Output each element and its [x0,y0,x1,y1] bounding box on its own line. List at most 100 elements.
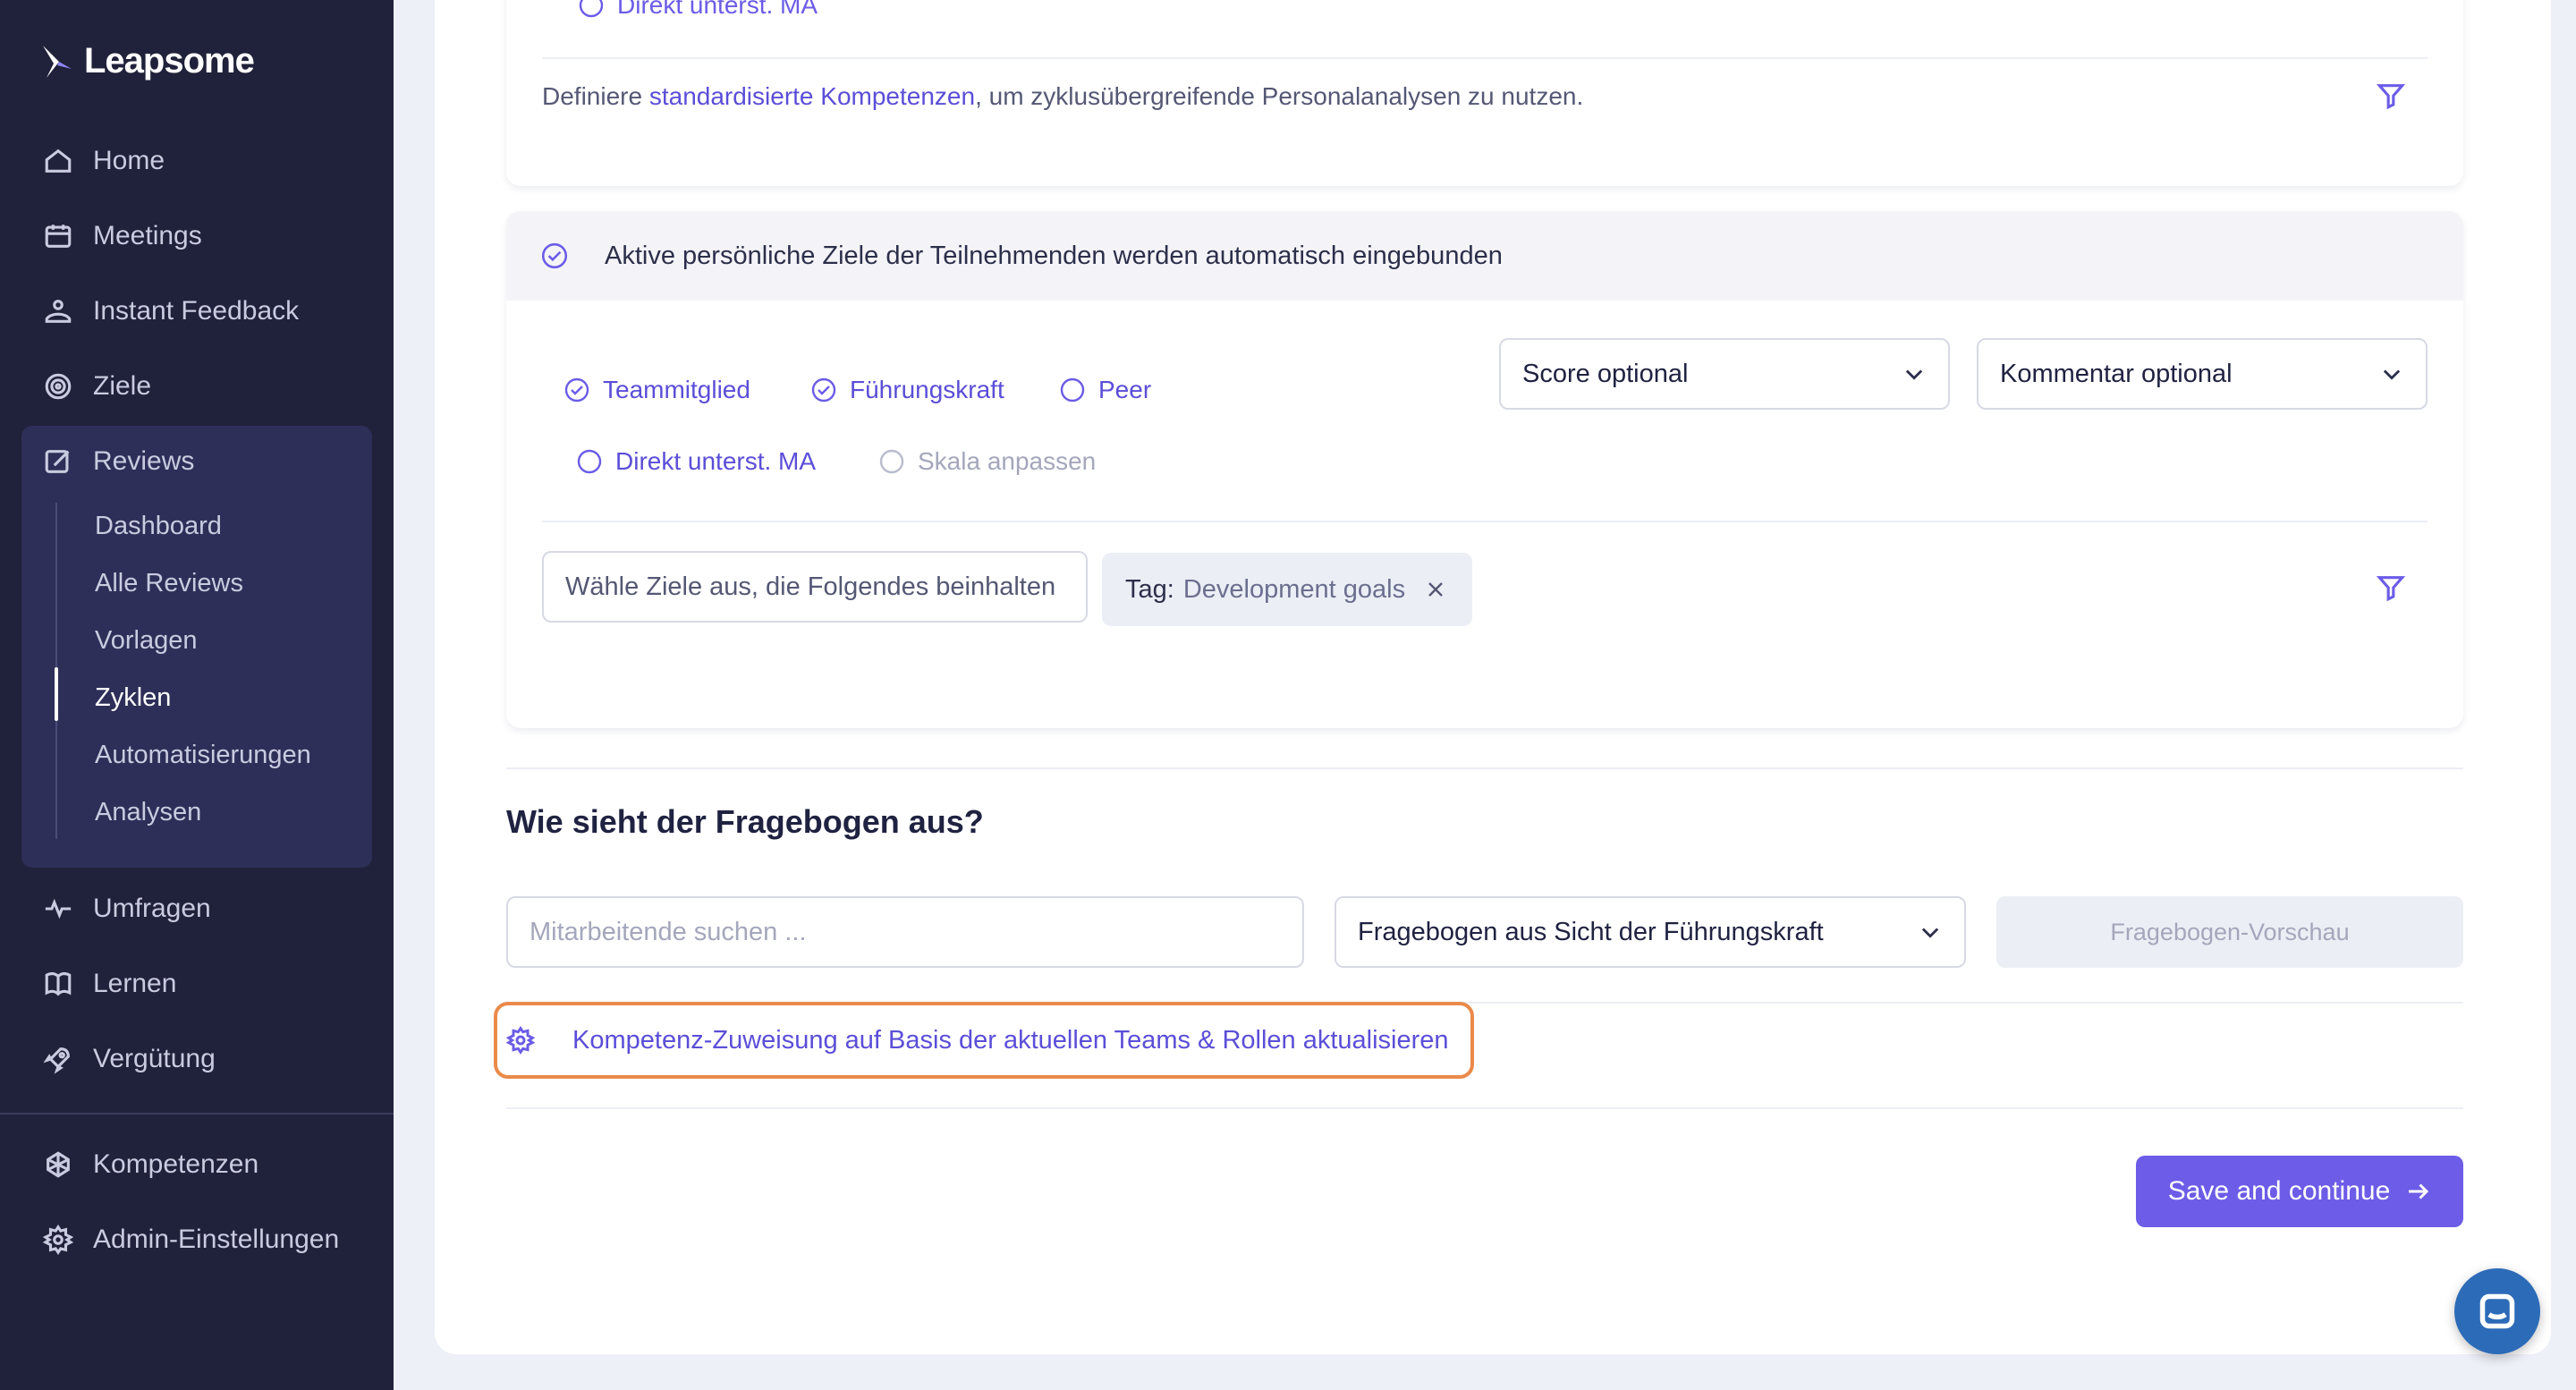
comment-select[interactable]: Kommentar optional [1977,338,2428,410]
score-select-value: Score optional [1522,359,1689,388]
sidebar-subitem-automatisierungen[interactable]: Automatisierungen [95,735,311,775]
reviews-icon [45,450,70,473]
chevron-down-icon [1905,369,1923,380]
comment-select-value: Kommentar optional [2000,359,2233,388]
sidebar-subitem-zyklen[interactable]: Zyklen [95,678,171,717]
sidebar-item-label: Kompetenzen [93,1149,259,1179]
option-label: Führungskraft [850,376,1004,403]
option-label: Skala anpassen [918,447,1097,475]
option-label: Direkt unterst. MA [617,0,818,19]
sidebar-item-label: Reviews [93,446,195,476]
sidebar-item-home[interactable]: Home [43,140,165,182]
radio-icon [579,0,604,18]
divider [542,521,2428,522]
arrow-right-icon [2409,1183,2429,1199]
competencies-card: Direkt unterst. MA Definiere standardisi… [506,0,2463,186]
option-label: Direkt unterst. MA [615,447,817,475]
check-circle-icon [564,377,589,403]
questionnaire-view-value: Fragebogen aus Sicht der Führungskraft [1358,917,1824,946]
sidebar-item-label: Admin-Einstellungen [93,1225,340,1254]
leapsome-logo[interactable]: Leapsome [39,41,255,81]
employee-search-placeholder: Mitarbeitende suchen ... [530,917,807,946]
filter-icon[interactable] [2376,572,2406,603]
radio-icon [577,449,602,474]
sidebar-divider [0,1113,394,1115]
option-label: Teammitglied [603,376,750,403]
sidebar-item-ziele[interactable]: Ziele [43,365,151,408]
goals-card-header: Aktive persönliche Ziele der Teilnehmend… [506,211,2463,301]
logo-text: Leapsome [84,41,255,81]
sidebar-item-lernen[interactable]: Lernen [43,962,176,1005]
option-direkt-unterst-ma[interactable]: Direkt unterst. MA [576,447,816,476]
sidebar-item-meetings[interactable]: Meetings [43,215,202,258]
tag-value: Development goals [1182,574,1406,604]
radio-icon [1060,377,1085,403]
submenu-active-indicator [55,667,58,721]
divider [506,1107,2463,1109]
sidebar-item-label: Meetings [93,221,202,250]
close-icon[interactable] [1425,579,1446,600]
sidebar-item-instant-feedback[interactable]: Instant Feedback [43,290,299,333]
gear-icon [506,1026,535,1055]
sidebar-item-verguetung[interactable]: Vergütung [43,1038,216,1081]
update-link-text: Kompetenz-Zuweisung auf Basis der aktuel… [572,1025,1449,1055]
competency-icon [47,1151,70,1178]
chat-icon [2479,1293,2515,1329]
book-icon [45,971,72,996]
sidebar-item-label: Vergütung [93,1044,216,1073]
option-label: Peer [1098,376,1152,403]
target-icon [45,373,72,400]
define-competencies-text: Definiere standardisierte Kompetenzen, u… [542,82,1583,111]
option-skala-anpassen[interactable]: Skala anpassen [878,447,1096,476]
chevron-down-icon [2383,369,2401,380]
goals-filter-input[interactable]: Wähle Ziele aus, die Folgendes beinhalte… [542,551,1088,623]
option-fuehrungskraft[interactable]: Führungskraft [810,376,1004,404]
sidebar-item-label: Lernen [93,969,177,998]
gear-icon [43,1225,73,1255]
goals-filter-text: Wähle Ziele aus, die Folgendes beinhalte… [565,572,1056,601]
divider [506,767,2463,769]
sidebar: Leapsome Home Meetings Instant Feedback … [0,0,394,1390]
questionnaire-preview-button[interactable]: Fragebogen-Vorschau [1996,896,2463,968]
option-peer[interactable]: Peer [1059,376,1151,404]
define-suffix: , um zyklusübergreifende Personalanalyse… [975,82,1584,110]
filter-icon[interactable] [2376,81,2406,111]
home-icon [45,148,72,173]
sidebar-subitem-alle-reviews[interactable]: Alle Reviews [95,564,243,603]
sidebar-item-kompetenzen[interactable]: Kompetenzen [43,1143,258,1186]
score-select[interactable]: Score optional [1499,338,1950,410]
option-direkt-unterst-ma-faded[interactable]: Direkt unterst. MA [578,0,818,20]
questionnaire-title: Wie sieht der Fragebogen aus? [506,803,984,840]
sidebar-item-label: Ziele [93,371,152,401]
sidebar-item-admin-einstellungen[interactable]: Admin-Einstellungen [43,1218,339,1261]
option-teammitglied[interactable]: Teammitglied [564,376,750,404]
goals-header-text: Aktive persönliche Ziele der Teilnehmend… [605,242,1503,270]
tag-chip[interactable]: Tag: Development goals [1102,553,1472,626]
rocket-icon [43,1047,70,1074]
tag-key: Tag: [1125,574,1174,604]
leapsome-bird-icon [43,45,72,78]
meetings-icon [45,225,72,248]
questionnaire-view-select[interactable]: Fragebogen aus Sicht der Führungskraft [1335,896,1966,968]
chevron-down-icon [1921,928,1939,938]
radio-icon [879,449,904,474]
employee-search-input[interactable]: Mitarbeitende suchen ... [506,896,1304,968]
standardized-competencies-link[interactable]: standardisierte Kompetenzen [649,82,975,110]
goals-card: Aktive persönliche Ziele der Teilnehmend… [506,211,2463,728]
divider [542,57,2428,59]
sidebar-item-label: Umfragen [93,894,211,923]
sidebar-subitem-vorlagen[interactable]: Vorlagen [95,621,198,660]
save-button-label: Save and continue [2167,1176,2391,1206]
sidebar-subitem-dashboard[interactable]: Dashboard [95,506,222,546]
check-circle-icon [811,377,836,403]
sidebar-item-label: Instant Feedback [93,296,300,326]
sidebar-subitem-analysen[interactable]: Analysen [95,792,201,832]
sidebar-item-umfragen[interactable]: Umfragen [43,887,211,930]
check-circle-icon [541,242,568,269]
chat-launcher-button[interactable] [2454,1268,2540,1354]
sidebar-item-reviews[interactable]: Reviews [43,440,194,483]
save-and-continue-button[interactable]: Save and continue [2136,1156,2463,1227]
update-competency-assignment-link[interactable]: Kompetenz-Zuweisung auf Basis der aktuel… [494,1002,1474,1079]
pulse-icon [45,898,72,920]
sidebar-item-label: Home [93,146,165,175]
